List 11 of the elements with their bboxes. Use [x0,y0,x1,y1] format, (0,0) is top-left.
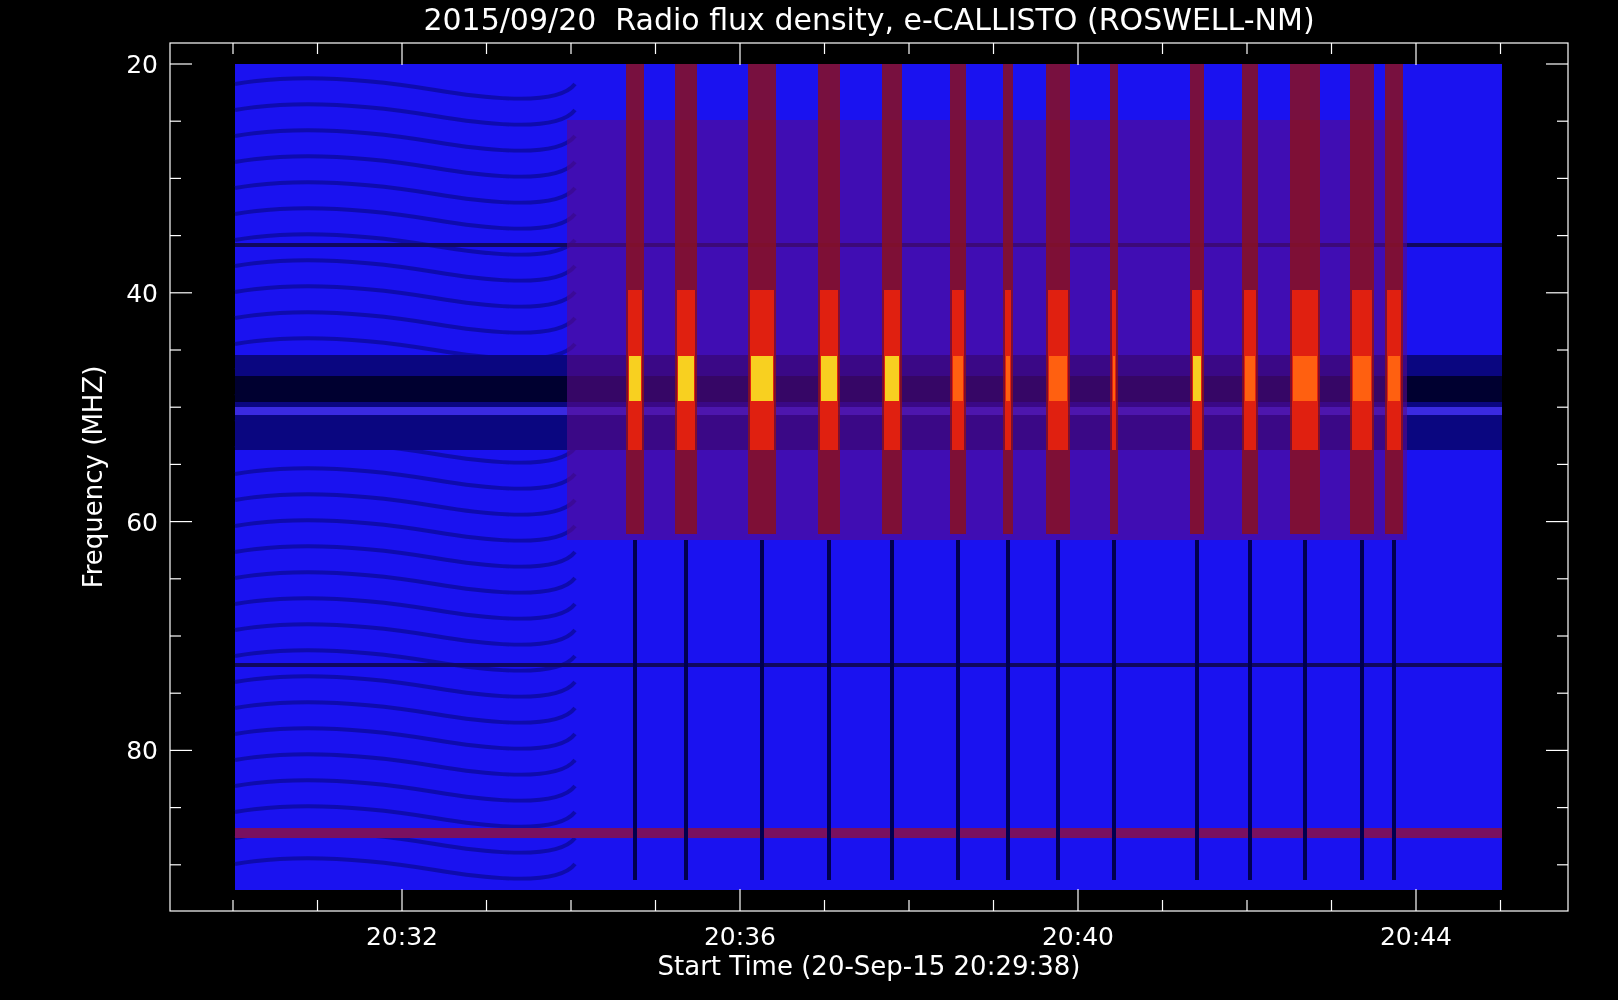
y-tick-label: 80 [126,736,158,766]
y-tick-label: 20 [126,50,158,79]
y-tick-label: 40 [126,278,158,308]
chart-title: 2015/09/20 Radio flux density, e-CALLISTO (ROSWELL-NM) [423,2,1315,37]
y-tick-label: 60 [126,507,158,537]
x-tick-label: 20:32 [366,922,438,951]
x-tick-label: 20:44 [1380,922,1452,951]
x-tick-label: 20:40 [1042,922,1114,951]
x-axis-label: Start Time (20-Sep-15 20:29:38) [657,951,1081,981]
y-axis-label: Frequency (MHZ) [78,365,108,589]
x-tick-label: 20:36 [704,922,776,951]
